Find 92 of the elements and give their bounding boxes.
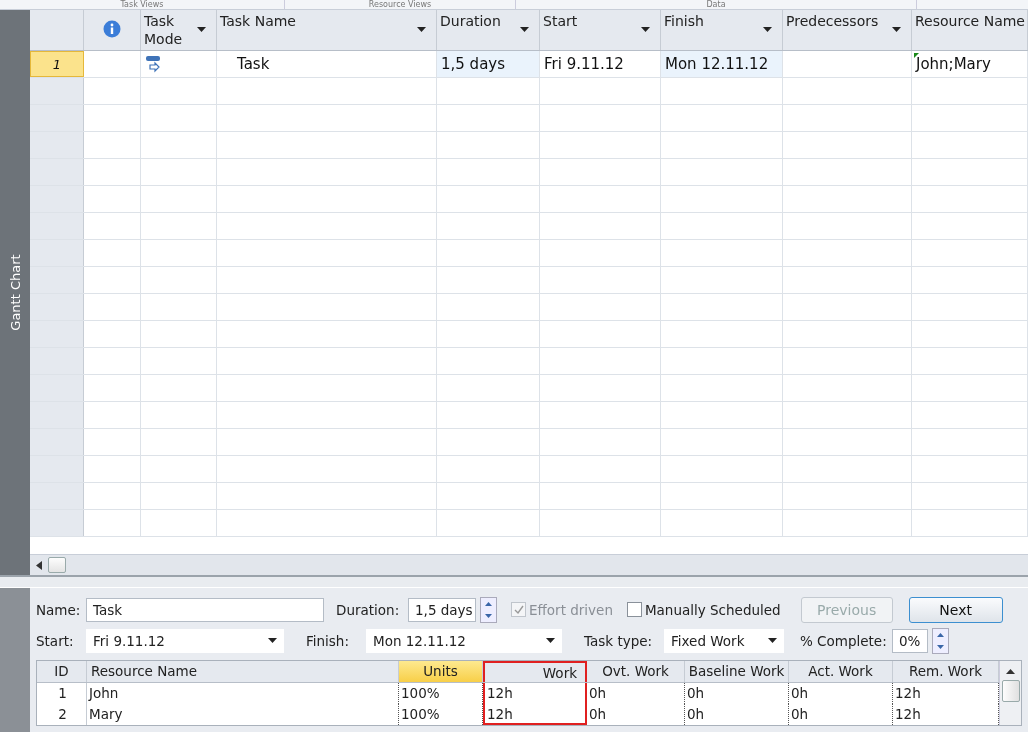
row-header[interactable] xyxy=(30,429,84,455)
dropdown-arrow-icon xyxy=(268,638,277,643)
task-type-dropdown[interactable]: Fixed Work xyxy=(664,628,784,653)
field-label: % Complete: xyxy=(800,632,888,649)
row-header[interactable] xyxy=(30,348,84,374)
table-cell: 1,5 days xyxy=(441,55,506,73)
table-cell: 2 xyxy=(58,706,67,722)
row-header[interactable] xyxy=(30,105,84,131)
table-cell: 100% xyxy=(401,685,440,701)
table-cell: 0h xyxy=(589,685,607,701)
column-header[interactable]: Task Mode xyxy=(141,10,217,50)
row-header[interactable] xyxy=(30,375,84,401)
column-header[interactable]: Duration xyxy=(437,10,540,50)
start-dropdown[interactable]: Fri 9.11.12 xyxy=(86,628,284,653)
dropdown-arrow-icon xyxy=(768,638,777,643)
dropdown-arrow-icon xyxy=(763,27,772,32)
table-cell: 0h xyxy=(687,685,705,701)
row-header[interactable] xyxy=(30,267,84,293)
table-cell: 0h xyxy=(791,685,809,701)
column-header[interactable]: Act. Work xyxy=(789,661,893,682)
table-cell: Fri 9.11.12 xyxy=(544,55,624,73)
dropdown-arrow-icon xyxy=(641,27,650,32)
name-field[interactable]: Task xyxy=(86,597,324,622)
column-header[interactable]: Start xyxy=(540,10,661,50)
checkbox-label: Effort driven xyxy=(529,601,613,618)
ribbon-group-label: Data xyxy=(706,0,726,9)
field-label: Name: xyxy=(36,601,82,618)
table-cell: 100% xyxy=(401,706,440,722)
table-cell: John xyxy=(89,685,119,701)
row-header[interactable] xyxy=(30,321,84,347)
row-header[interactable] xyxy=(30,213,84,239)
table-cell: 12h xyxy=(487,706,513,722)
table-cell: 12h xyxy=(895,706,921,722)
percent-complete-field[interactable]: 0% xyxy=(892,628,928,653)
field-label: Finish: xyxy=(306,632,350,649)
spin-buttons[interactable] xyxy=(932,627,949,654)
table-cell: Mon 12.11.12 xyxy=(665,55,769,73)
field-label: Task type: xyxy=(584,632,654,649)
checkbox[interactable] xyxy=(626,602,642,617)
checkbox-label: Manually Scheduled xyxy=(644,601,781,618)
column-header[interactable]: Finish xyxy=(661,10,783,50)
scroll-up-icon[interactable] xyxy=(1006,669,1015,674)
table-cell: 0h xyxy=(589,706,607,722)
cell-marker-icon xyxy=(914,53,919,58)
column-header[interactable]: Task Name xyxy=(217,10,437,50)
field-label: Start: xyxy=(36,632,75,649)
dropdown-arrow-icon xyxy=(417,27,426,32)
duration-field[interactable]: 1,5 days xyxy=(408,597,476,622)
row-header[interactable] xyxy=(30,240,84,266)
table-cell: 1 xyxy=(58,685,67,701)
scroll-left-icon[interactable] xyxy=(36,560,42,570)
finish-dropdown[interactable]: Mon 12.11.12 xyxy=(366,628,562,653)
row-number[interactable]: 1 xyxy=(30,51,84,77)
column-header[interactable]: Baseline Work xyxy=(685,661,789,682)
next-button[interactable]: Next xyxy=(908,596,1003,623)
column-header[interactable]: Resource Name xyxy=(912,10,1028,50)
dropdown-arrow-icon xyxy=(546,638,555,643)
row-header[interactable] xyxy=(30,132,84,158)
info-icon xyxy=(103,20,121,38)
row-header[interactable] xyxy=(30,78,84,104)
field-label: Duration: xyxy=(336,601,401,618)
table-cell: Mary xyxy=(89,706,123,722)
table-cell: 12h xyxy=(895,685,921,701)
splitter-bar[interactable] xyxy=(0,575,1028,588)
row-header[interactable] xyxy=(30,483,84,509)
row-header[interactable] xyxy=(30,159,84,185)
column-header[interactable]: Units xyxy=(399,661,483,682)
scrollbar-thumb[interactable] xyxy=(48,557,66,573)
table-cell: John;Mary xyxy=(916,55,991,73)
view-bar[interactable]: Gantt Chart xyxy=(0,10,30,575)
column-header[interactable]: ID xyxy=(37,661,87,682)
ribbon-group-label: Task Views xyxy=(120,0,164,9)
column-header[interactable]: Predecessors xyxy=(783,10,912,50)
row-header[interactable] xyxy=(30,294,84,320)
dropdown-arrow-icon xyxy=(197,27,206,32)
task-mode-icon xyxy=(145,55,163,73)
column-header[interactable]: Ovt. Work xyxy=(587,661,685,682)
column-header[interactable]: Work xyxy=(483,661,587,682)
spin-buttons[interactable] xyxy=(480,596,497,623)
table-cell: 0h xyxy=(791,706,809,722)
scrollbar-thumb[interactable] xyxy=(1001,680,1020,702)
table-cell: 0h xyxy=(687,706,705,722)
table-cell: 12h xyxy=(487,685,513,701)
table-cell: Task xyxy=(237,55,270,73)
dropdown-arrow-icon xyxy=(520,27,529,32)
view-bar-label: Gantt Chart xyxy=(7,254,23,331)
row-header[interactable] xyxy=(30,402,84,428)
row-header[interactable] xyxy=(30,510,84,536)
dropdown-arrow-icon xyxy=(892,27,901,32)
row-header[interactable] xyxy=(30,186,84,212)
row-header[interactable] xyxy=(30,456,84,482)
ribbon-group-label: Resource Views xyxy=(368,0,432,9)
